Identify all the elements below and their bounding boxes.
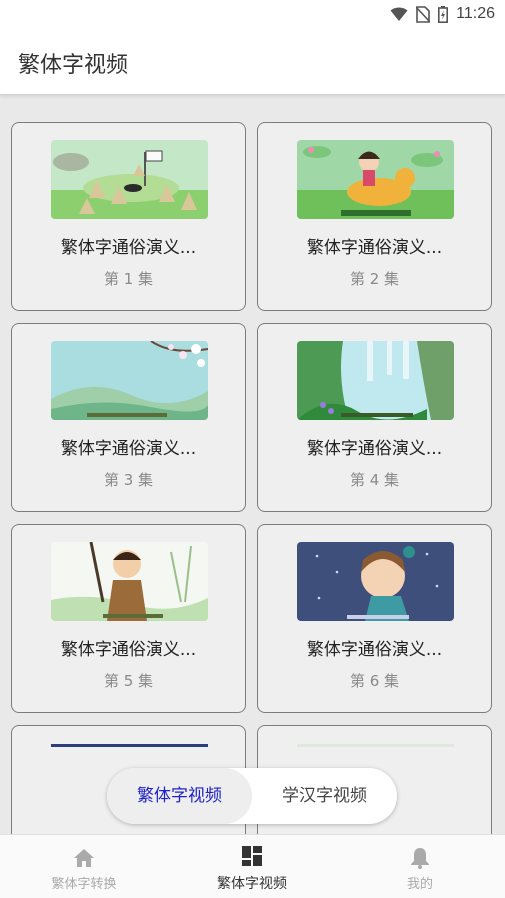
video-title: 繁体字通俗演义... <box>306 640 443 660</box>
status-time: 11:26 <box>456 5 495 22</box>
battery-charging-icon <box>438 5 449 23</box>
video-card[interactable]: 繁体字通俗演义... 第 2 集 <box>257 122 492 311</box>
video-card[interactable]: 繁体字通俗演义... 第 1 集 <box>11 122 246 311</box>
video-thumbnail <box>297 140 454 219</box>
nav-label: 繁体字视频 <box>217 876 287 892</box>
nav-label: 繁体字转换 <box>51 877 117 892</box>
home-icon <box>74 849 94 867</box>
video-title: 繁体字通俗演义... <box>60 439 197 459</box>
nav-item-mine[interactable]: 我的 <box>336 835 504 898</box>
nav-item-videos[interactable]: 繁体字视频 <box>168 835 336 898</box>
dashboard-icon <box>242 846 262 866</box>
video-card[interactable]: 繁体字通俗演义... 第 3 集 <box>11 323 246 512</box>
video-thumbnail <box>297 341 454 420</box>
video-list[interactable]: 繁体字通俗演义... 第 1 集 繁体字通俗演义... 第 2 集 繁体字通俗演… <box>0 96 505 834</box>
video-card[interactable]: 繁体字通俗演义... 第 4 集 <box>257 323 492 512</box>
episode-label: 第 1 集 <box>103 270 154 288</box>
bottom-navigation: 繁体字转换 繁体字视频 我的 <box>0 834 505 898</box>
video-thumbnail <box>297 744 454 747</box>
video-title: 繁体字通俗演义... <box>60 640 197 660</box>
tab-traditional-videos[interactable]: 繁体字视频 <box>107 768 252 824</box>
episode-label: 第 4 集 <box>349 471 400 489</box>
no-sim-icon <box>416 5 431 23</box>
nav-item-convert[interactable]: 繁体字转换 <box>0 835 168 898</box>
video-card[interactable]: 繁体字通俗演义... 第 5 集 <box>11 524 246 713</box>
video-thumbnail <box>51 744 208 747</box>
bell-icon <box>411 848 429 869</box>
video-thumbnail <box>51 341 208 420</box>
status-icons: 11:26 <box>390 5 495 23</box>
app-bar: 繁体字视频 <box>0 30 505 95</box>
wifi-icon <box>390 7 408 21</box>
video-title: 繁体字通俗演义... <box>306 238 443 258</box>
episode-label: 第 6 集 <box>349 672 400 690</box>
episode-label: 第 5 集 <box>103 672 154 690</box>
video-title: 繁体字通俗演义... <box>306 439 443 459</box>
status-bar: 11:26 <box>0 0 505 30</box>
tab-learn-chinese-videos[interactable]: 学汉字视频 <box>252 768 397 824</box>
page-title: 繁体字视频 <box>18 53 129 78</box>
episode-label: 第 3 集 <box>103 471 154 489</box>
nav-label: 我的 <box>406 877 433 892</box>
video-title: 繁体字通俗演义... <box>60 238 197 258</box>
video-thumbnail <box>297 542 454 621</box>
video-thumbnail <box>51 542 208 621</box>
video-thumbnail <box>51 140 208 219</box>
episode-label: 第 2 集 <box>349 270 400 288</box>
video-type-switch: 繁体字视频 学汉字视频 <box>107 768 397 824</box>
video-card[interactable]: 繁体字通俗演义... 第 6 集 <box>257 524 492 713</box>
